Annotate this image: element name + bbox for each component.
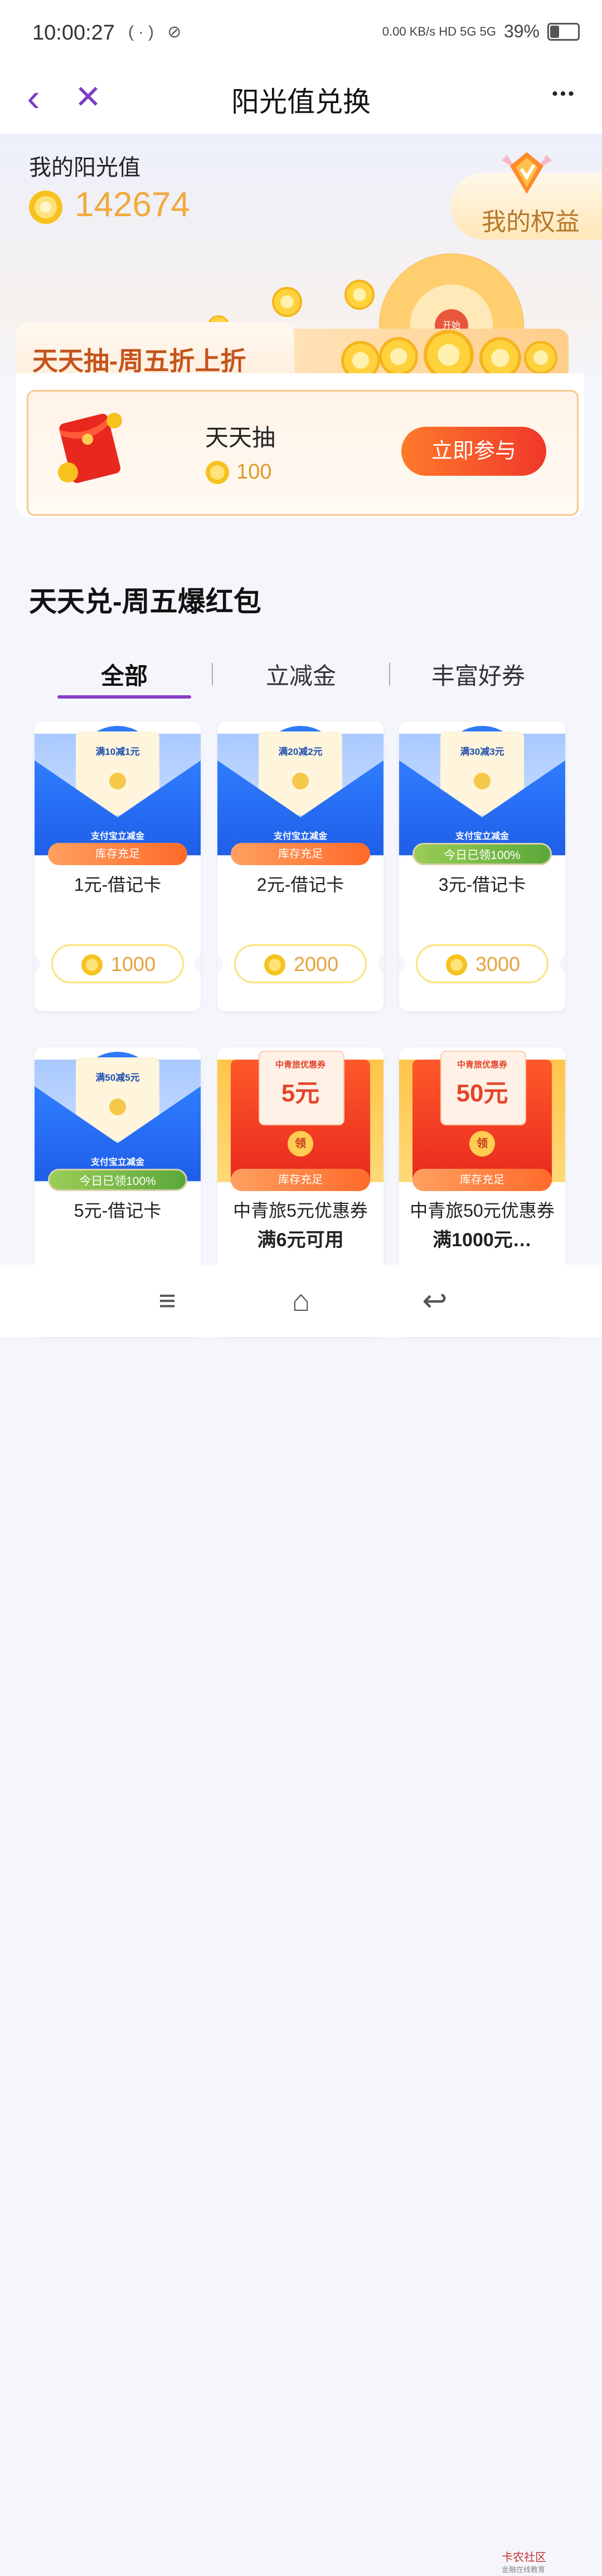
- card-name: 5元-借记卡: [74, 1201, 162, 1221]
- coupon-amount: 5元: [281, 1080, 320, 1107]
- active-tab-indicator: [57, 695, 191, 699]
- envelope-label: 支付宝立减金: [455, 832, 509, 841]
- title-bar: 阳光值兑换 ‹ ✕ •••: [0, 64, 602, 134]
- stock-badge: 库存充足: [231, 1169, 370, 1191]
- envelope-amount: 满20减2元: [278, 747, 323, 757]
- card-notch: [399, 955, 405, 972]
- back-nav-icon[interactable]: ↩: [412, 1281, 457, 1320]
- watermark-title: 卡农社区: [502, 2551, 546, 2564]
- my-rights-label: 我的权益: [482, 208, 580, 236]
- envelope-coin-icon: [109, 1099, 126, 1115]
- price-button[interactable]: 1000: [51, 944, 184, 983]
- status-bar: 10:00:27 (·) ⊘ 0.00 KB/s HD 5G 5G 39%: [0, 0, 602, 64]
- envelope-amount: 满50减5元: [95, 1072, 140, 1083]
- envelope-amount: 满10减1元: [95, 747, 140, 757]
- battery-icon: [547, 22, 580, 41]
- decor-coin-icon: [379, 337, 418, 376]
- claim-seal-icon: 领: [469, 1131, 495, 1157]
- envelope-amount: 满30减3元: [460, 747, 504, 757]
- decor-coin-icon: [272, 287, 302, 317]
- card-notch: [378, 955, 383, 972]
- status-left-icons: (·) ⊘: [128, 23, 186, 41]
- card-name: 中青旅5元优惠券: [233, 1201, 368, 1221]
- envelope-label: 支付宝立减金: [273, 832, 327, 841]
- coin-icon: [264, 954, 285, 975]
- card-condition: 满1000元…: [433, 1230, 532, 1251]
- price-value: 3000: [475, 953, 521, 975]
- card-notch: [217, 955, 223, 972]
- lottery-cost: 100: [236, 460, 272, 484]
- exchange-card[interactable]: 满30减3元 支付宝立减金 今日已领100% 3元-借记卡 3000: [399, 721, 565, 1011]
- close-button[interactable]: ✕: [66, 75, 110, 120]
- watermark-subtitle: 金融在线教育: [502, 2565, 546, 2574]
- price-button[interactable]: 3000: [416, 944, 548, 983]
- system-nav-bar: ≡ ⌂ ↩ 卡农社区 金融在线教育: [0, 1265, 602, 2574]
- coupon-brand: 中青旅优惠券: [457, 1060, 507, 1070]
- exchange-card[interactable]: 满20减2元 支付宝立减金 库存充足 2元-借记卡 2000: [217, 721, 383, 1011]
- stock-badge: 库存充足: [412, 1169, 552, 1191]
- envelope-coin-icon: [292, 773, 309, 789]
- card-name: 1元-借记卡: [74, 875, 162, 895]
- lottery-item-name: 天天抽: [205, 425, 276, 451]
- home-icon[interactable]: ⌂: [279, 1281, 323, 1320]
- tab-all[interactable]: 全部: [57, 657, 191, 691]
- stock-badge: 库存充足: [48, 843, 187, 865]
- red-packet-icon: [58, 413, 122, 483]
- coupon-amount: 50元: [456, 1080, 508, 1107]
- card-name: 中青旅50元优惠券: [410, 1201, 555, 1221]
- lottery-section-title: 天天抽-周五折上折: [32, 347, 246, 375]
- sunshine-coin-icon: [29, 191, 62, 224]
- coin-icon: [206, 461, 229, 484]
- watermark: 卡农社区 金融在线教育: [502, 2551, 546, 2576]
- price-value: 1000: [111, 953, 156, 975]
- coin-icon: [81, 954, 103, 975]
- claimed-badge: 今日已领100%: [412, 843, 552, 865]
- card-notch: [195, 955, 201, 972]
- card-name: 3元-借记卡: [438, 875, 526, 895]
- card-name: 2元-借记卡: [256, 875, 344, 895]
- sunshine-label: 我的阳光值: [29, 155, 140, 180]
- claim-seal-icon: 领: [288, 1131, 313, 1157]
- decor-coin-icon: [344, 280, 375, 310]
- envelope-label: 支付宝立减金: [90, 832, 144, 841]
- envelope-label: 支付宝立减金: [90, 1158, 144, 1167]
- exchange-section-title: 天天兑-周五爆红包: [29, 586, 261, 617]
- envelope-coin-icon: [474, 773, 491, 789]
- coin-icon: [446, 954, 467, 975]
- decor-coin-icon: [524, 341, 557, 374]
- stock-badge: 库存充足: [231, 843, 370, 865]
- tab-divider: [389, 663, 390, 685]
- card-condition: 满6元可用: [257, 1230, 344, 1251]
- tab-instant-discount[interactable]: 立减金: [234, 657, 368, 691]
- network-indicators: 0.00 KB/s HD 5G 5G: [382, 24, 496, 38]
- status-time: 10:00:27: [32, 21, 115, 45]
- tab-divider: [212, 663, 213, 685]
- join-now-button[interactable]: 立即参与: [401, 427, 546, 476]
- menu-icon[interactable]: ≡: [145, 1281, 190, 1320]
- battery-percentage: 39%: [503, 21, 540, 41]
- coupon-brand: 中青旅优惠券: [275, 1060, 326, 1070]
- exchange-card[interactable]: 满10减1元 支付宝立减金 库存充足 1元-借记卡 1000: [35, 721, 201, 1011]
- vip-badge-icon: [502, 152, 552, 194]
- price-button[interactable]: 2000: [234, 944, 367, 983]
- tab-rich-coupons[interactable]: 丰富好券: [411, 657, 545, 691]
- claimed-badge: 今日已领100%: [48, 1169, 187, 1191]
- envelope-coin-icon: [109, 773, 126, 789]
- card-notch: [35, 955, 40, 972]
- more-options-button[interactable]: •••: [542, 77, 586, 122]
- decor-coin-icon: [424, 330, 474, 380]
- decor-coin-icon: [479, 337, 521, 379]
- back-button[interactable]: ‹: [11, 75, 56, 120]
- price-value: 2000: [294, 953, 339, 975]
- card-notch: [560, 955, 565, 972]
- status-right-icons: 0.00 KB/s HD 5G 5G 39%: [382, 21, 580, 42]
- sunshine-value: 142674: [75, 186, 190, 224]
